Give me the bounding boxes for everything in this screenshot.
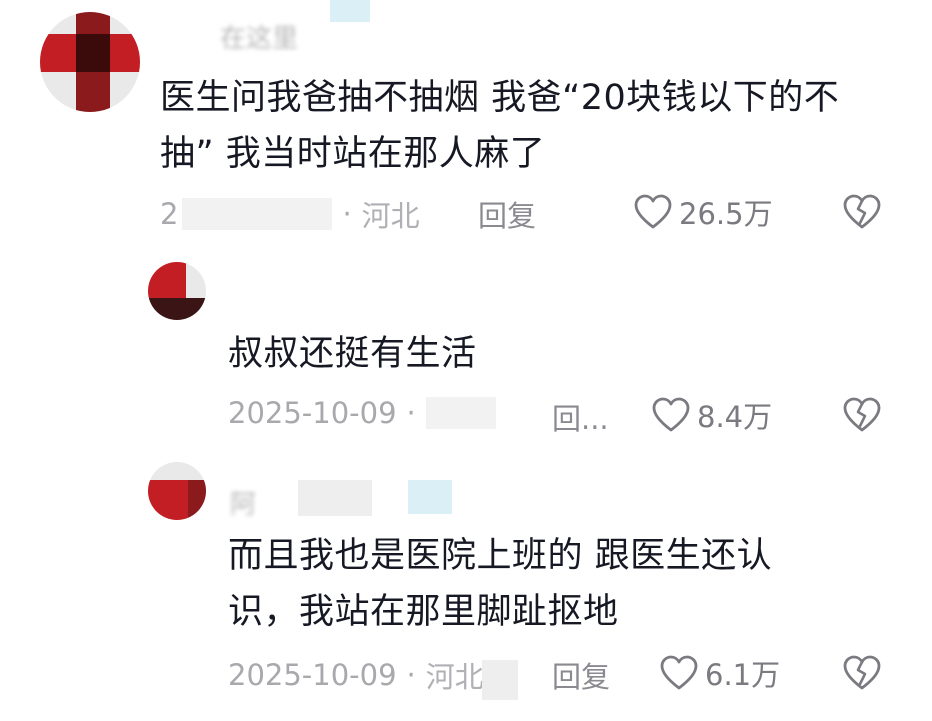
comment-meta: 2025-10-09 · 河北 — [228, 654, 484, 696]
comment-text-line: 医生问我爸抽不抽烟 我爸“20块钱以下的不 — [160, 78, 840, 118]
broken-heart-icon — [843, 194, 881, 229]
comment-date: 2025-10-09 — [228, 658, 397, 692]
username[interactable]: 阿 — [230, 484, 256, 521]
heart-outline-icon — [660, 655, 698, 690]
like-count: 8.4万 — [697, 400, 773, 434]
meta-mosaic — [482, 660, 518, 700]
avatar-mosaic — [76, 34, 110, 72]
reply-button[interactable]: 回... — [552, 396, 609, 438]
comment-meta: 2 · 河北 — [160, 193, 420, 235]
heart-outline-icon — [634, 194, 672, 229]
comment-text: 叔叔还挺有生活 — [228, 326, 888, 382]
comment-text-line: 识，我站在那里脚趾抠地 — [228, 592, 619, 632]
heart-outline-icon — [652, 397, 690, 432]
like-button[interactable]: 26.5万 — [633, 191, 773, 233]
date-mosaic — [182, 198, 333, 230]
broken-heart-icon — [843, 397, 881, 432]
dislike-button[interactable] — [842, 396, 882, 438]
dislike-button[interactable] — [842, 193, 882, 235]
avatar-mosaic — [148, 262, 186, 298]
comment-date: 2 — [160, 197, 179, 231]
avatar-mosaic — [148, 480, 188, 520]
reply-button[interactable]: 回复 — [478, 193, 536, 235]
region-mosaic — [425, 397, 496, 429]
comment-meta: 2025-10-09 · — [228, 396, 496, 430]
like-count: 6.1万 — [705, 658, 781, 692]
username-mosaic — [298, 480, 372, 516]
meta-separator: · — [406, 658, 416, 692]
comment-text-line: 叔叔还挺有生活 — [228, 334, 477, 374]
comment-region: 河北 — [361, 199, 420, 233]
dislike-button[interactable] — [842, 654, 882, 696]
comment-text: 医生问我爸抽不抽烟 我爸“20块钱以下的不 抽” 我当时站在那人麻了 — [160, 70, 900, 182]
comment-date: 2025-10-09 — [228, 396, 397, 430]
avatar-mosaic — [148, 298, 206, 320]
meta-separator: · — [406, 396, 416, 430]
avatar-mosaic — [188, 480, 206, 520]
avatar[interactable] — [148, 462, 206, 520]
meta-separator: · — [342, 197, 352, 231]
broken-heart-icon — [843, 655, 881, 690]
username-mosaic — [408, 480, 452, 514]
comment-text-line: 抽” 我当时站在那人麻了 — [160, 134, 546, 174]
like-button[interactable]: 6.1万 — [659, 652, 780, 694]
comment-text-line: 而且我也是医院上班的 跟医生还认 — [228, 536, 773, 576]
avatar[interactable] — [148, 262, 206, 320]
comment-region: 河北 — [425, 660, 484, 694]
avatar[interactable] — [40, 12, 140, 112]
comment-text: 而且我也是医院上班的 跟医生还认 识，我站在那里脚趾抠地 — [228, 528, 888, 640]
username-mosaic — [330, 0, 370, 22]
like-count: 26.5万 — [679, 197, 773, 231]
like-button[interactable]: 8.4万 — [651, 394, 772, 436]
username[interactable]: 在这里 — [220, 18, 298, 55]
reply-button[interactable]: 回复 — [552, 654, 610, 696]
